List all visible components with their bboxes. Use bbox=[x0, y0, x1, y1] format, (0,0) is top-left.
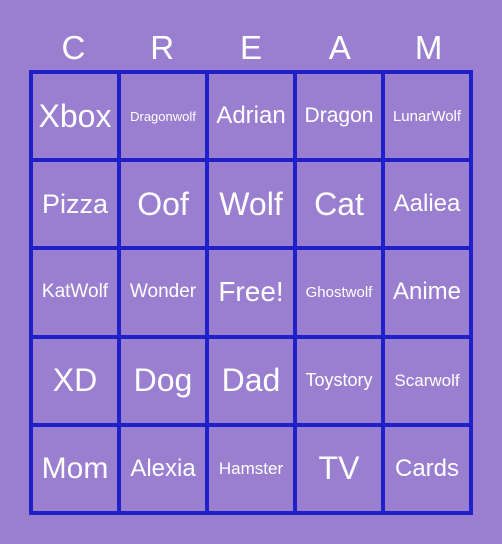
bingo-cell[interactable]: Hamster bbox=[207, 424, 295, 513]
bingo-cell[interactable]: KatWolf bbox=[31, 248, 119, 337]
bingo-cell[interactable]: Dragon bbox=[295, 72, 383, 161]
bingo-cell[interactable]: Dad bbox=[207, 336, 295, 425]
bingo-cell[interactable]: Aaliea bbox=[383, 160, 471, 249]
bingo-cell[interactable]: Oof bbox=[119, 160, 207, 249]
header-letter: M bbox=[414, 29, 443, 66]
bingo-cell[interactable]: LunarWolf bbox=[383, 72, 471, 161]
header-letter: R bbox=[150, 29, 175, 66]
header-letter: C bbox=[61, 29, 86, 66]
bingo-cell[interactable]: Scarwolf bbox=[383, 336, 471, 425]
bingo-cell[interactable]: Dog bbox=[119, 336, 207, 425]
bingo-cell[interactable]: Xbox bbox=[31, 72, 119, 161]
bingo-cell[interactable]: Ghostwolf bbox=[295, 248, 383, 337]
bingo-cell[interactable]: TV bbox=[295, 424, 383, 513]
bingo-cell[interactable]: XD bbox=[31, 336, 119, 425]
bingo-cell[interactable]: Cards bbox=[383, 424, 471, 513]
bingo-cell[interactable]: Anime bbox=[383, 248, 471, 337]
bingo-cell[interactable]: Free! bbox=[207, 248, 295, 337]
bingo-cell[interactable]: Adrian bbox=[207, 72, 295, 161]
bingo-cell[interactable]: Cat bbox=[295, 160, 383, 249]
bingo-cell[interactable]: Pizza bbox=[31, 160, 119, 249]
header-letter: E bbox=[239, 29, 262, 66]
bingo-cell[interactable]: Dragonwolf bbox=[119, 72, 207, 161]
bingo-cell[interactable]: Alexia bbox=[119, 424, 207, 513]
bingo-header: C R E A M bbox=[29, 28, 473, 68]
bingo-cell[interactable]: Wolf bbox=[207, 160, 295, 249]
bingo-cell[interactable]: Mom bbox=[31, 424, 119, 513]
bingo-grid: Xbox Dragonwolf Adrian Dragon LunarWolf Pizza… bbox=[29, 70, 473, 515]
bingo-cell[interactable]: Wonder bbox=[119, 248, 207, 337]
bingo-cell[interactable]: Toystory bbox=[295, 336, 383, 425]
header-letter: A bbox=[328, 29, 351, 66]
